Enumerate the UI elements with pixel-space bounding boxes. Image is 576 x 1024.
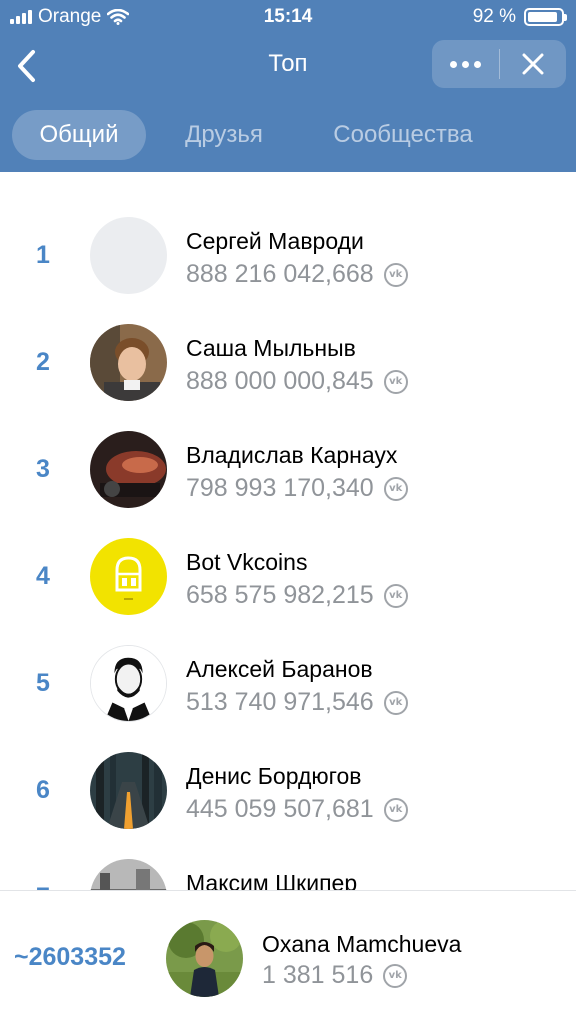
vk-coin-icon: vk — [383, 476, 408, 501]
rank-number: 7 — [0, 844, 86, 890]
score-value: 888 000 000,845 — [186, 367, 374, 395]
close-button[interactable] — [500, 40, 567, 88]
forest-road-icon — [90, 752, 167, 829]
close-icon — [522, 53, 544, 75]
current-user-rank: ~2603352 — [14, 943, 126, 971]
header: Orange 15:14 92 % Топ Общий Друзья Сообщ… — [0, 0, 576, 172]
avatar — [90, 324, 167, 401]
score-value: 513 740 971,546 — [186, 688, 374, 716]
score: 798 993 170,340 vk — [186, 474, 408, 503]
robot-icon — [90, 538, 167, 615]
user-name: Денис Бордюгов — [186, 763, 362, 789]
user-name: Алексей Баранов — [186, 656, 373, 682]
vk-coin-icon: vk — [383, 963, 408, 988]
battery-icon — [524, 8, 567, 26]
avatar — [90, 752, 167, 829]
rank-number: 4 — [36, 562, 50, 590]
rank-number: 2 — [36, 348, 50, 376]
score-value: 798 993 170,340 — [186, 474, 374, 502]
more-button[interactable] — [432, 40, 499, 88]
boy-photo-icon — [90, 324, 167, 401]
score-value: 888 216 042,668 — [186, 260, 374, 288]
more-horizontal-icon — [449, 60, 481, 68]
score: 888 216 042,668 vk — [186, 260, 408, 289]
vk-coin-icon: vk — [383, 797, 408, 822]
status-bar: Orange 15:14 92 % — [0, 0, 576, 34]
user-name: Сергей Мавроди — [186, 228, 364, 254]
leaderboard-row[interactable]: 7 Максим Шкипер — [0, 844, 576, 890]
avatar — [90, 538, 167, 615]
current-user-name: Oxana Mamchueva — [262, 931, 462, 957]
score: 513 740 971,546 vk — [186, 688, 408, 717]
rank-number: 3 — [36, 455, 50, 483]
mini-app-controls — [432, 40, 566, 88]
score-value: 445 059 507,681 — [186, 795, 374, 823]
leaderboard-row[interactable]: 1 Сергей Мавроди 888 216 042,668 vk — [0, 202, 576, 309]
rank-number: 1 — [36, 241, 50, 269]
user-name: Bot Vkcoins — [186, 549, 308, 575]
leaderboard-row[interactable]: 4 Bot Vkcoins 658 575 982,215 vk — [0, 523, 576, 630]
vk-coin-icon: vk — [383, 690, 408, 715]
current-user-score: 1 381 516 vk — [262, 961, 408, 990]
score: 888 000 000,845 vk — [186, 367, 408, 396]
tab-communities[interactable]: Сообщества — [312, 110, 494, 160]
avatar — [90, 859, 167, 890]
score-value: 658 575 982,215 — [186, 581, 374, 609]
avatar — [90, 431, 167, 508]
avatar — [90, 217, 167, 294]
score: 658 575 982,215 vk — [186, 581, 408, 610]
leaderboard-row[interactable]: 3 Владислав Карнаух 798 993 170,340 vk — [0, 416, 576, 523]
user-name: Владислав Карнаух — [186, 442, 398, 468]
status-right: 92 % — [472, 6, 567, 28]
tab-friends[interactable]: Друзья — [168, 110, 280, 160]
tab-general[interactable]: Общий — [12, 110, 146, 160]
vk-coin-icon: vk — [383, 369, 408, 394]
tab-bar: Общий Друзья Сообщества — [0, 108, 576, 164]
leaderboard-row[interactable]: 6 Денис Бордюгов 445 059 507,681 vk — [0, 737, 576, 844]
car-photo-icon — [90, 431, 167, 508]
score-value: 1 381 516 — [262, 961, 374, 989]
leaderboard-list: 1 Сергей Мавроди 888 216 042,668 vk 2 Са… — [0, 172, 576, 890]
avatar — [90, 645, 167, 722]
current-user-avatar — [166, 920, 243, 997]
man-portrait-icon — [91, 646, 166, 721]
leaderboard-row[interactable]: 5 Алексей Баранов 513 740 971,546 vk — [0, 630, 576, 737]
woman-photo-icon — [166, 920, 243, 997]
battery-percent: 92 % — [472, 6, 516, 27]
user-name: Максим Шкипер — [186, 870, 358, 890]
score: 445 059 507,681 vk — [186, 795, 408, 824]
vk-coin-icon: vk — [383, 262, 408, 287]
street-photo-icon — [90, 859, 167, 890]
rank-number: 5 — [36, 669, 50, 697]
user-name: Саша Мыльныв — [186, 335, 356, 361]
vk-coin-icon: vk — [383, 583, 408, 608]
rank-number: 6 — [36, 776, 50, 804]
leaderboard-row[interactable]: 2 Саша Мыльныв 888 000 000,845 vk — [0, 309, 576, 416]
navigation-bar: Топ — [0, 36, 576, 96]
current-user-row[interactable]: ~2603352 Oxana Mamchueva 1 381 516 vk — [0, 890, 576, 1024]
